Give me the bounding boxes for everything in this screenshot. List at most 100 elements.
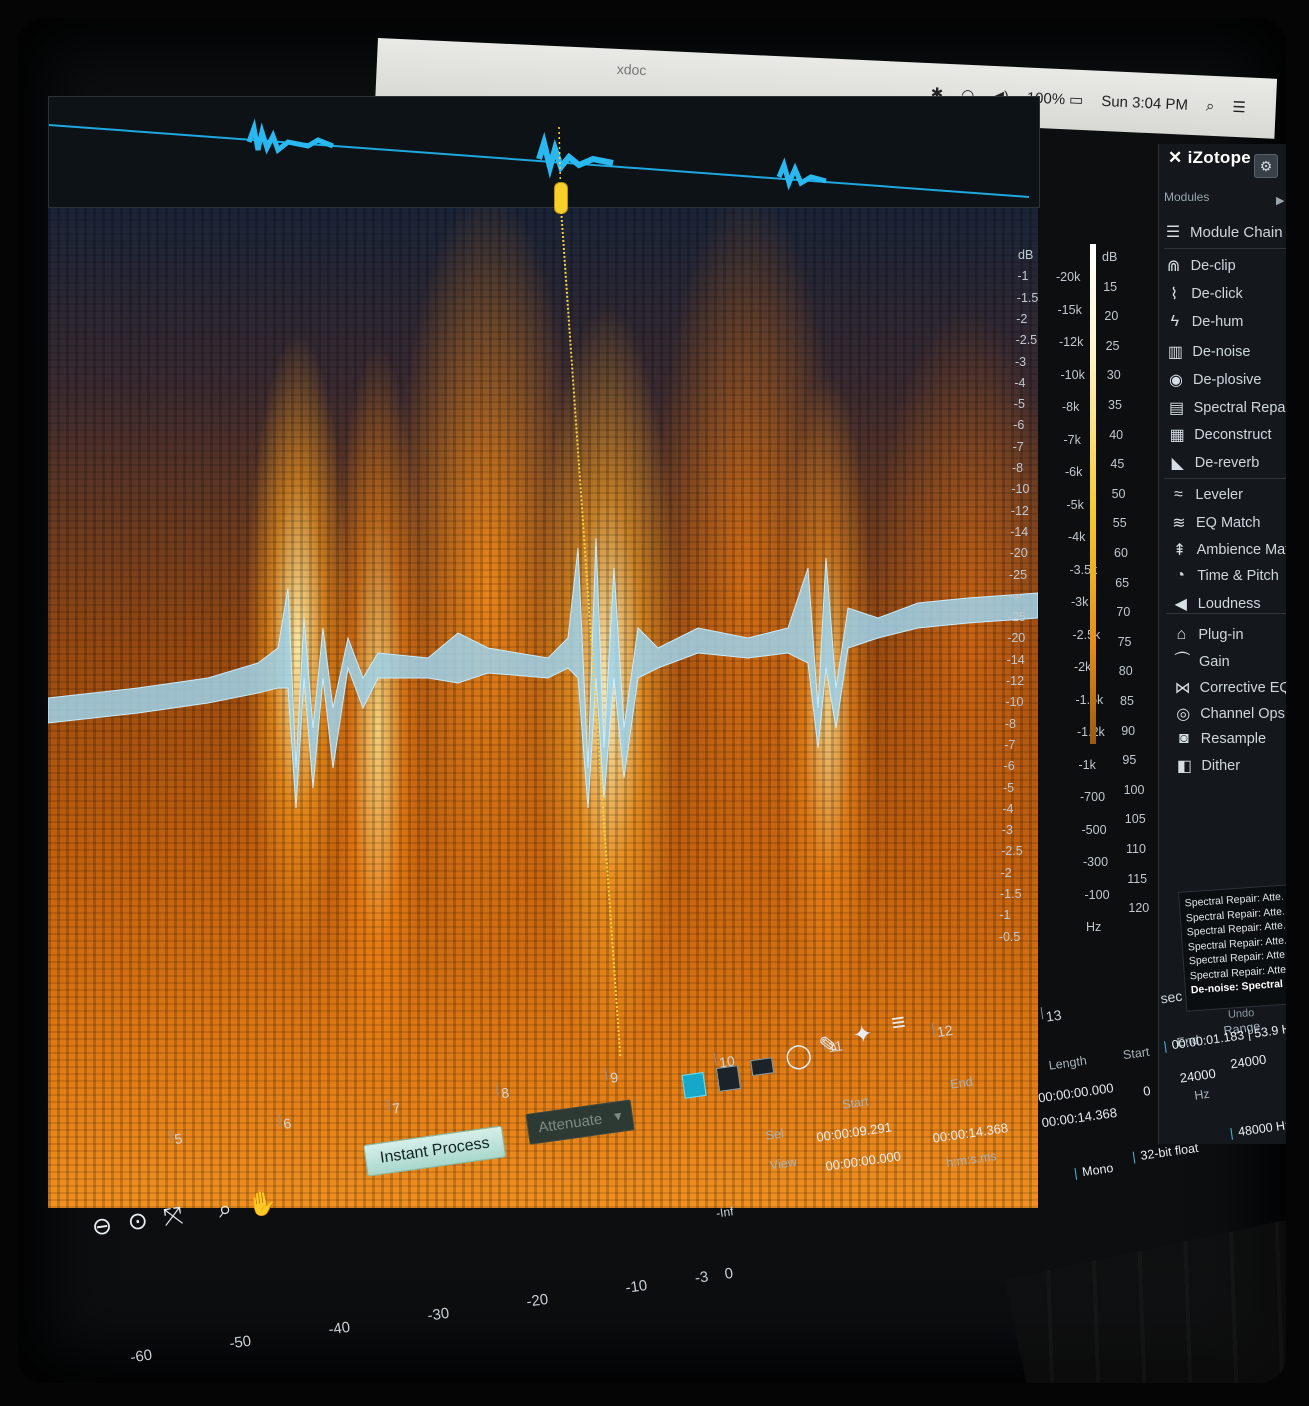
module-plug-in[interactable]: ⌂ Plug-in: [1172, 626, 1244, 644]
view-length-field[interactable]: 00:00:14.368: [1041, 1105, 1118, 1130]
time-ruler-label: 13: [1044, 1006, 1063, 1025]
module-spectral-repair[interactable]: ▤ Spectral Repair: [1168, 398, 1286, 418]
color-bar-scale-label: 30: [1106, 368, 1121, 383]
reverb-icon: ◣: [1171, 455, 1184, 472]
time-ruler-label: 5: [173, 1130, 184, 1148]
module-de-clip[interactable]: ⋒ De-clip: [1165, 256, 1236, 276]
module-label: De-clip: [1190, 258, 1236, 274]
settings-gear-icon[interactable]: ⚙: [1254, 154, 1278, 178]
harmonic-selection-icon[interactable]: ≡: [890, 1008, 908, 1038]
db-scale-label: -6: [1013, 418, 1025, 433]
module-module-chain[interactable]: ☰ Module Chain: [1164, 222, 1283, 242]
freq-range-field[interactable]: 24000: [1229, 1052, 1267, 1072]
zoom-toolbar: ⊖ ⊙ ⤧ ⌕ ✋: [90, 1188, 279, 1243]
module-label: Plug-in: [1198, 627, 1244, 643]
time-selection-tool[interactable]: [681, 1071, 707, 1099]
brush-tool-icon[interactable]: ✎: [817, 1030, 841, 1062]
frequency-selection-tool[interactable]: [750, 1057, 775, 1077]
frequency-scale-label: -15k: [1057, 302, 1082, 317]
view-row-label: View: [769, 1154, 798, 1173]
instant-process-button[interactable]: Instant Process: [363, 1125, 507, 1177]
module-label: De-click: [1191, 286, 1243, 302]
magic-wand-icon[interactable]: ✦: [851, 1019, 875, 1051]
db-scale-label: -8: [1004, 716, 1016, 731]
color-bar-scale-label: 45: [1110, 457, 1125, 472]
module-corrective-eq[interactable]: ⋈ Corrective EQ: [1174, 678, 1286, 698]
frequency-scale-label: -100: [1084, 887, 1110, 902]
color-bar-scale-label: 85: [1120, 694, 1134, 708]
eq-icon: ≋: [1172, 515, 1186, 532]
db-scale-label: -8: [1012, 461, 1024, 475]
module-label: De-reverb: [1194, 455, 1260, 471]
freq-start-field[interactable]: 0: [1142, 1083, 1151, 1099]
module-de-click[interactable]: ⌇ De-click: [1165, 284, 1243, 304]
db-scale-label: -1.5: [1016, 290, 1039, 305]
db-scale-label: -2.5: [1001, 844, 1023, 859]
module-label: Ambience Match: [1196, 542, 1286, 558]
time-frequency-selection-tool[interactable]: [715, 1065, 742, 1092]
sel-row-label: Sel: [764, 1126, 785, 1143]
screen-frame: xdoc ✱ ◠ ◀) 100% ▭ Sun 3:04 PM ⌕ ☰ dB-1-…: [18, 18, 1286, 1383]
module-leveler[interactable]: ≈ Leveler: [1169, 486, 1243, 504]
chevron-down-icon: ▼: [611, 1108, 625, 1125]
zoom-out-icon[interactable]: ⊖: [90, 1211, 114, 1243]
frequency-scale-label: -20k: [1056, 270, 1081, 284]
module-label: Spectral Repair: [1193, 400, 1286, 416]
module-gain[interactable]: ⏜ Gain: [1173, 653, 1229, 671]
freq-end-field[interactable]: 24000: [1179, 1066, 1217, 1086]
modules-expand-icon[interactable]: ▶: [1276, 194, 1284, 207]
grid-icon: ▦: [1169, 427, 1185, 444]
battery-icon: ▭: [1068, 91, 1084, 110]
db-scale-label: -5: [1013, 397, 1025, 412]
db-scale-label: -2.5: [1015, 333, 1038, 348]
module-deconstruct[interactable]: ▦ Deconstruct: [1168, 425, 1272, 445]
overview-waveform: [49, 118, 1030, 207]
module-label: Loudness: [1197, 596, 1261, 612]
module-resample[interactable]: ◙ Resample: [1175, 730, 1266, 748]
color-bar-scale-label: 110: [1126, 842, 1146, 856]
modules-label: Modules: [1164, 190, 1210, 204]
zoom-fit-icon[interactable]: ⤧: [162, 1201, 185, 1231]
waveform-overview[interactable]: [48, 96, 1040, 208]
sel-start-field[interactable]: 00:00:09.291: [815, 1119, 892, 1144]
notification-center-icon[interactable]: ☰: [1232, 98, 1246, 117]
color-bar-scale-label: 20: [1104, 309, 1119, 324]
zoom-selection-icon[interactable]: ⊙: [126, 1206, 150, 1238]
db-scale-label: -3: [1015, 354, 1027, 369]
module-ambience-match[interactable]: ⇞ Ambience Match: [1171, 540, 1286, 560]
color-bar-scale-label: 115: [1127, 871, 1148, 886]
db-scale-label: -25: [1009, 567, 1028, 582]
frequency-scale-label: -500: [1081, 822, 1107, 837]
view-end-field[interactable]: 00:00:14.368: [932, 1120, 1009, 1145]
time-format-label[interactable]: h:m:s.ms: [945, 1149, 997, 1170]
spotlight-search-icon[interactable]: ⌕: [1206, 97, 1215, 114]
module-de-hum[interactable]: ϟ De-hum: [1166, 313, 1244, 331]
module-de-plosive[interactable]: ◉ De-plosive: [1167, 370, 1261, 390]
menubar-clock[interactable]: Sun 3:04 PM: [1101, 92, 1188, 113]
lasso-tool-icon[interactable]: ◯: [783, 1040, 814, 1072]
module-channel-ops[interactable]: ◎ Channel Ops: [1174, 704, 1285, 724]
color-bar-scale-label: 65: [1115, 575, 1130, 590]
lightning-icon: ϟ: [1170, 313, 1180, 330]
db-scale-label: -7: [1012, 439, 1024, 454]
module-dither[interactable]: ◧ Dither: [1175, 756, 1240, 776]
corrective-eq-icon: ⋈: [1174, 680, 1191, 697]
module-de-noise[interactable]: ▥ De-noise: [1166, 342, 1251, 362]
module-de-reverb[interactable]: ◣ De-reverb: [1169, 453, 1260, 473]
view-start-field[interactable]: 00:00:00.000: [825, 1148, 902, 1173]
sel-length-field[interactable]: 00:00:00.000: [1037, 1080, 1114, 1105]
hand-tool-icon[interactable]: ✋: [245, 1188, 279, 1221]
module-time-pitch[interactable]: ◔ Time & Pitch: [1171, 567, 1279, 585]
zoom-tool-icon[interactable]: ⌕: [216, 1195, 233, 1225]
db-scale-label: -4: [1002, 801, 1014, 816]
module-group-divider: [1166, 613, 1286, 614]
frequency-scale-label: -700: [1080, 790, 1106, 804]
tree-icon: ⇞: [1172, 542, 1187, 559]
module-label: De-hum: [1191, 314, 1244, 330]
process-mode-select[interactable]: Attenuate ▼: [525, 1099, 635, 1145]
frequency-scale-label: -8k: [1062, 400, 1080, 414]
module-loudness[interactable]: ◀ Loudness: [1172, 594, 1261, 614]
color-bar-scale-label: 60: [1114, 546, 1128, 560]
module-label: Channel Ops: [1200, 706, 1285, 722]
module-eq-match[interactable]: ≋ EQ Match: [1170, 513, 1260, 533]
